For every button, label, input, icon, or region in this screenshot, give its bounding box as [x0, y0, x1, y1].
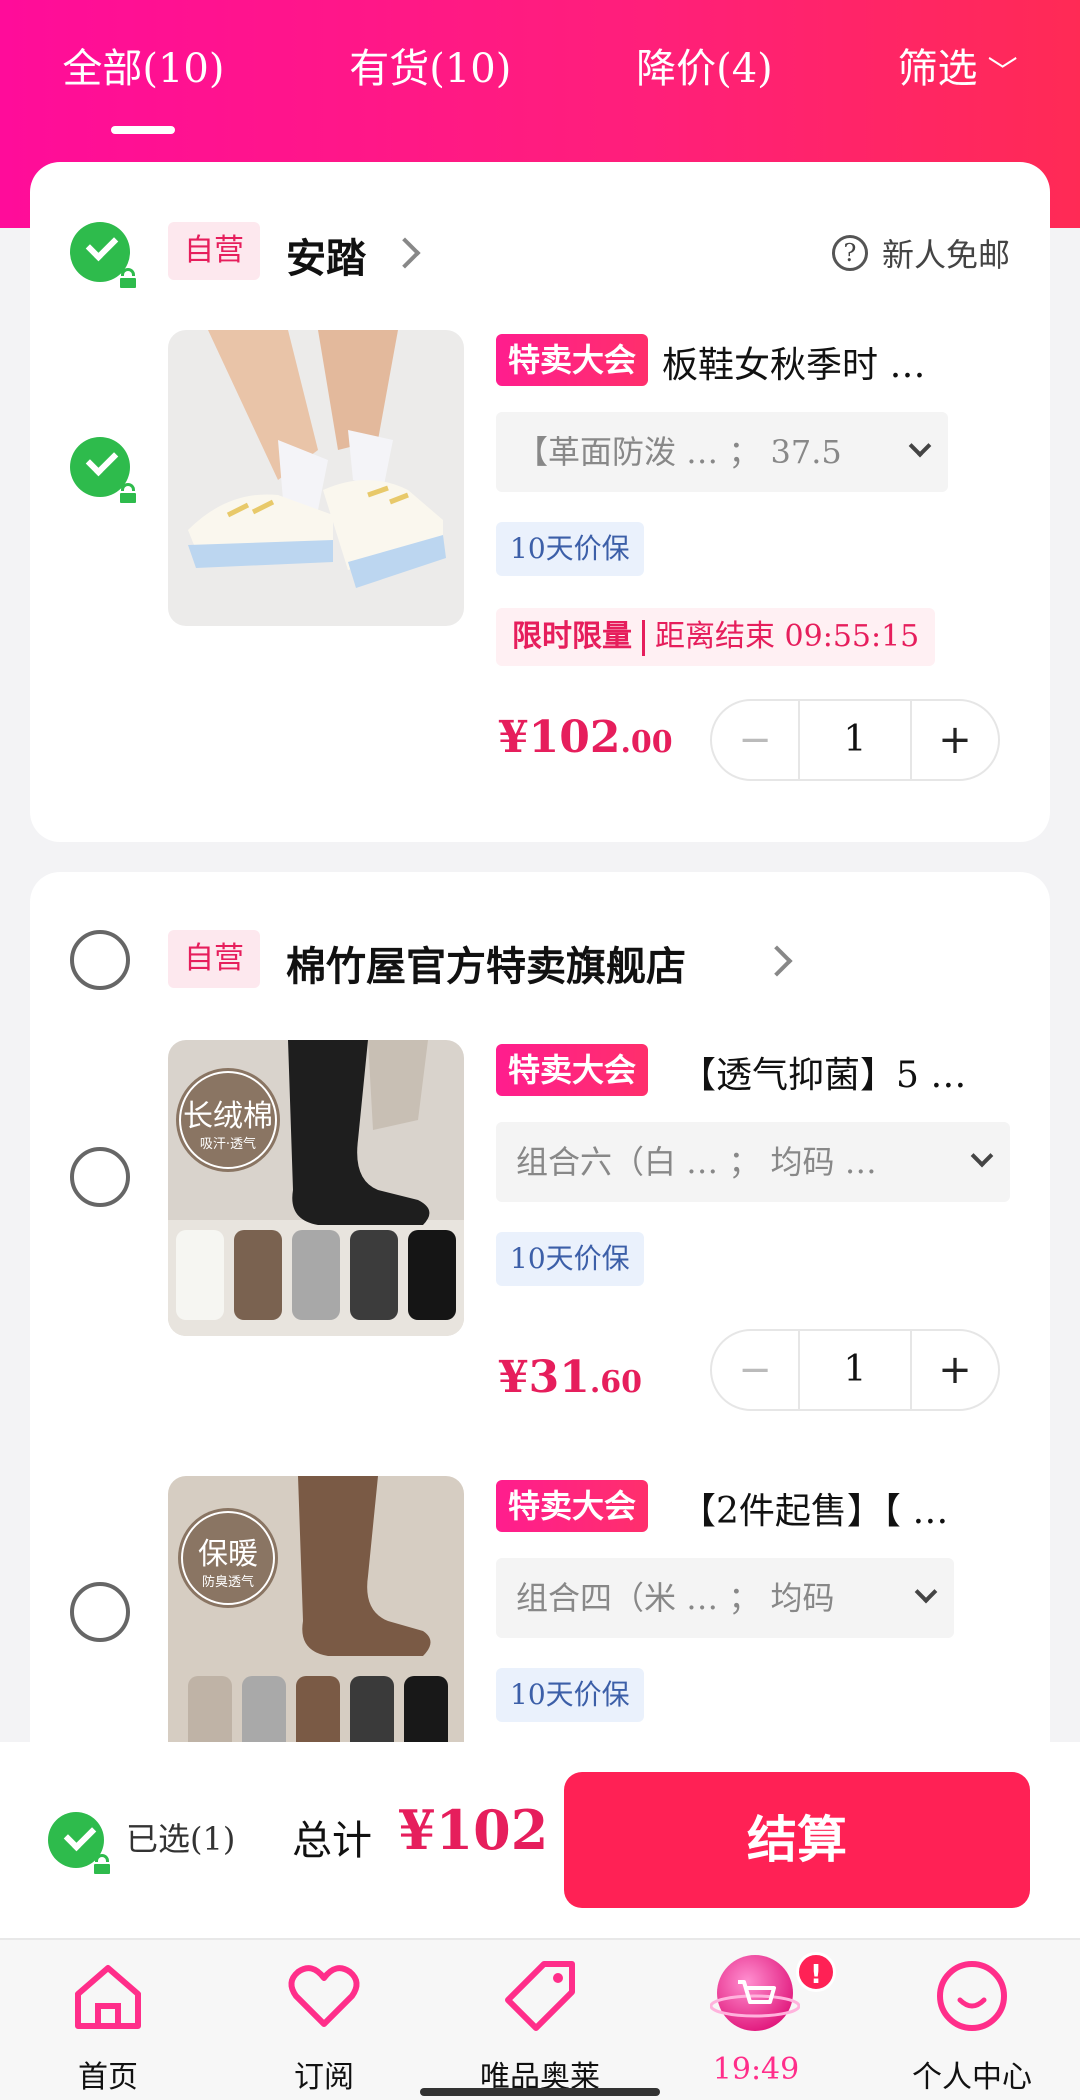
cart-icon	[710, 1955, 800, 2031]
filter-tabs: 全部(10) 有货(10) 降价(4) 筛选 ﹀	[0, 0, 1080, 130]
lock-icon	[116, 268, 140, 290]
item-checkbox[interactable]	[70, 437, 138, 505]
home-indicator[interactable]	[420, 2088, 660, 2096]
item-checkbox[interactable]	[70, 1147, 130, 1207]
chevron-down-icon	[970, 1144, 994, 1168]
product-title[interactable]: 【2件起售】【 …	[680, 1482, 1030, 1534]
lock-icon	[116, 483, 140, 505]
decrease-button[interactable]: −	[712, 1347, 798, 1393]
item-checkbox[interactable]	[70, 1582, 130, 1642]
tag-icon	[505, 1961, 575, 2031]
chevron-right-icon[interactable]	[761, 945, 793, 977]
new-user-free-shipping[interactable]: ? 新人免邮	[831, 230, 1010, 276]
checkout-bar: 已选(1) 总计 ¥102 结算	[0, 1742, 1080, 1938]
nav-outlet[interactable]: 唯品奥莱	[432, 1940, 648, 2100]
heart-icon	[288, 1965, 360, 2027]
store-name[interactable]: 安踏	[286, 226, 366, 284]
image-label-sub: 防臭透气	[202, 1574, 254, 1590]
price-guarantee-tag: 10天价保	[496, 1668, 644, 1722]
product-image-sneaker[interactable]	[168, 330, 464, 626]
sku-selector[interactable]: 组合六（白 … ； 均码 …	[496, 1122, 1010, 1202]
quantity-stepper: − 1 +	[710, 1329, 1000, 1411]
decrease-button[interactable]: −	[712, 717, 798, 763]
product-title[interactable]: 【透气抑菌】5 …	[680, 1046, 1030, 1098]
tab-price-drop[interactable]: 降价(4)	[626, 36, 783, 94]
checkout-button[interactable]: 结算	[564, 1772, 1030, 1908]
product-image-socks[interactable]: 长绒棉 吸汗·透气	[168, 1040, 464, 1336]
selected-count: 已选(1)	[126, 1820, 236, 1858]
nav-cart[interactable]: ! 19:49	[648, 1940, 864, 2100]
store-card-anta: 自营 安踏 ? 新人免邮 特卖大会 板鞋女秋季时 … 【革面防泼 … ； 37.…	[30, 162, 1050, 842]
chevron-down-icon	[908, 434, 932, 458]
store-checkbox[interactable]	[70, 222, 138, 290]
image-label-main: 长绒棉	[183, 1099, 273, 1134]
store-checkbox[interactable]	[70, 930, 130, 990]
tab-all[interactable]: 全部(10)	[52, 36, 234, 94]
store-card-mianzhuwu: 自营 棉竹屋官方特卖旗舰店 长绒棉 吸汗·透气 特卖大会 【透气抑菌】5 … 组…	[30, 872, 1050, 1872]
quantity-value[interactable]: 1	[798, 1331, 912, 1409]
home-icon	[75, 1965, 141, 2029]
select-all-checkbox[interactable]	[48, 1812, 112, 1876]
price-guarantee-tag: 10天价保	[496, 522, 644, 576]
tab-in-stock[interactable]: 有货(10)	[339, 36, 521, 94]
sku-selector[interactable]: 【革面防泼 … ； 37.5	[496, 412, 948, 492]
price-guarantee-tag: 10天价保	[496, 1232, 644, 1286]
promo-tag: 特卖大会	[496, 1480, 649, 1532]
chevron-down-icon: ﹀	[987, 55, 1018, 90]
nav-profile[interactable]: 个人中心	[864, 1940, 1080, 2100]
lock-icon	[90, 1854, 114, 1876]
product-image-socks-warm[interactable]: 保暖 防臭透气	[168, 1476, 464, 1772]
item-price: ¥31.60	[498, 1352, 643, 1403]
flash-sale-countdown: 限时限量 距离结束 09:55:15	[496, 608, 936, 666]
self-operated-tag: 自营	[168, 222, 260, 280]
total-value: ¥102	[398, 1798, 549, 1862]
tab-filter[interactable]: 筛选 ﹀	[888, 36, 1028, 94]
self-operated-tag: 自营	[168, 930, 260, 988]
chevron-down-icon	[914, 1580, 938, 1604]
increase-button[interactable]: +	[912, 1347, 998, 1393]
promo-tag: 特卖大会	[496, 1044, 649, 1096]
quantity-stepper: − 1 +	[710, 699, 1000, 781]
increase-button[interactable]: +	[912, 717, 998, 763]
bottom-nav: 首页 订阅 唯品奥莱 ! 19:49 个人中心	[0, 1938, 1080, 2100]
image-label-sub: 吸汗·透气	[200, 1136, 256, 1152]
help-icon: ?	[831, 235, 868, 271]
store-name[interactable]: 棉竹屋官方特卖旗舰店	[286, 934, 686, 992]
sku-selector[interactable]: 组合四（米 … ； 均码	[496, 1558, 954, 1638]
image-label-main: 保暖	[198, 1537, 258, 1572]
nav-subscribe[interactable]: 订阅	[216, 1940, 432, 2100]
item-price: ¥102.00	[498, 712, 673, 763]
nav-home[interactable]: 首页	[0, 1940, 216, 2100]
product-title[interactable]: 板鞋女秋季时 …	[662, 336, 1022, 388]
promo-tag: 特卖大会	[496, 334, 649, 386]
cart-badge: !	[796, 1952, 836, 1992]
total-label: 总计	[292, 1818, 372, 1864]
smile-icon	[937, 1961, 1007, 2031]
chevron-right-icon[interactable]	[389, 237, 421, 269]
quantity-value[interactable]: 1	[798, 701, 912, 779]
